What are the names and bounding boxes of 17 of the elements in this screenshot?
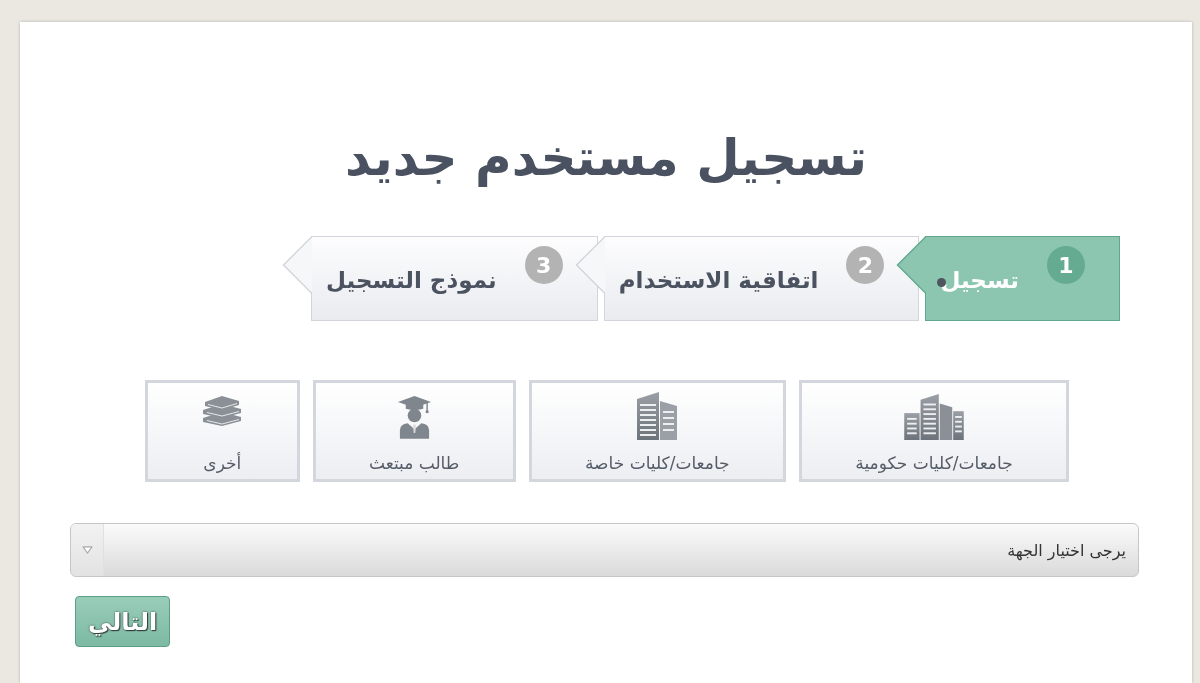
page-title: تسجيل مستخدم جديد	[345, 128, 867, 188]
step-number: 2	[846, 246, 885, 284]
step-number: 1	[1047, 246, 1085, 284]
step-number: 3	[524, 246, 563, 284]
category-button[interactable]: جامعات/كليات خاصة	[528, 380, 786, 482]
step-label: تسجيل	[940, 265, 1019, 295]
category-button[interactable]: أخرى	[144, 380, 300, 482]
category-button[interactable]: جامعات/كليات حكومية	[798, 380, 1069, 482]
book-stack-icon	[201, 396, 244, 426]
office-buildings-icon	[903, 392, 964, 440]
office-building-icon	[637, 392, 678, 440]
caret-icon	[81, 546, 93, 554]
step-label: نموذج التسجيل	[326, 266, 497, 295]
category-button[interactable]: طالب مبتعث	[312, 380, 516, 482]
graduate-icon	[396, 393, 432, 439]
entity-dropdown[interactable]: يرجى اختيار الجهة	[70, 523, 1139, 577]
step-label: اتفاقية الاستخدام	[618, 266, 819, 295]
